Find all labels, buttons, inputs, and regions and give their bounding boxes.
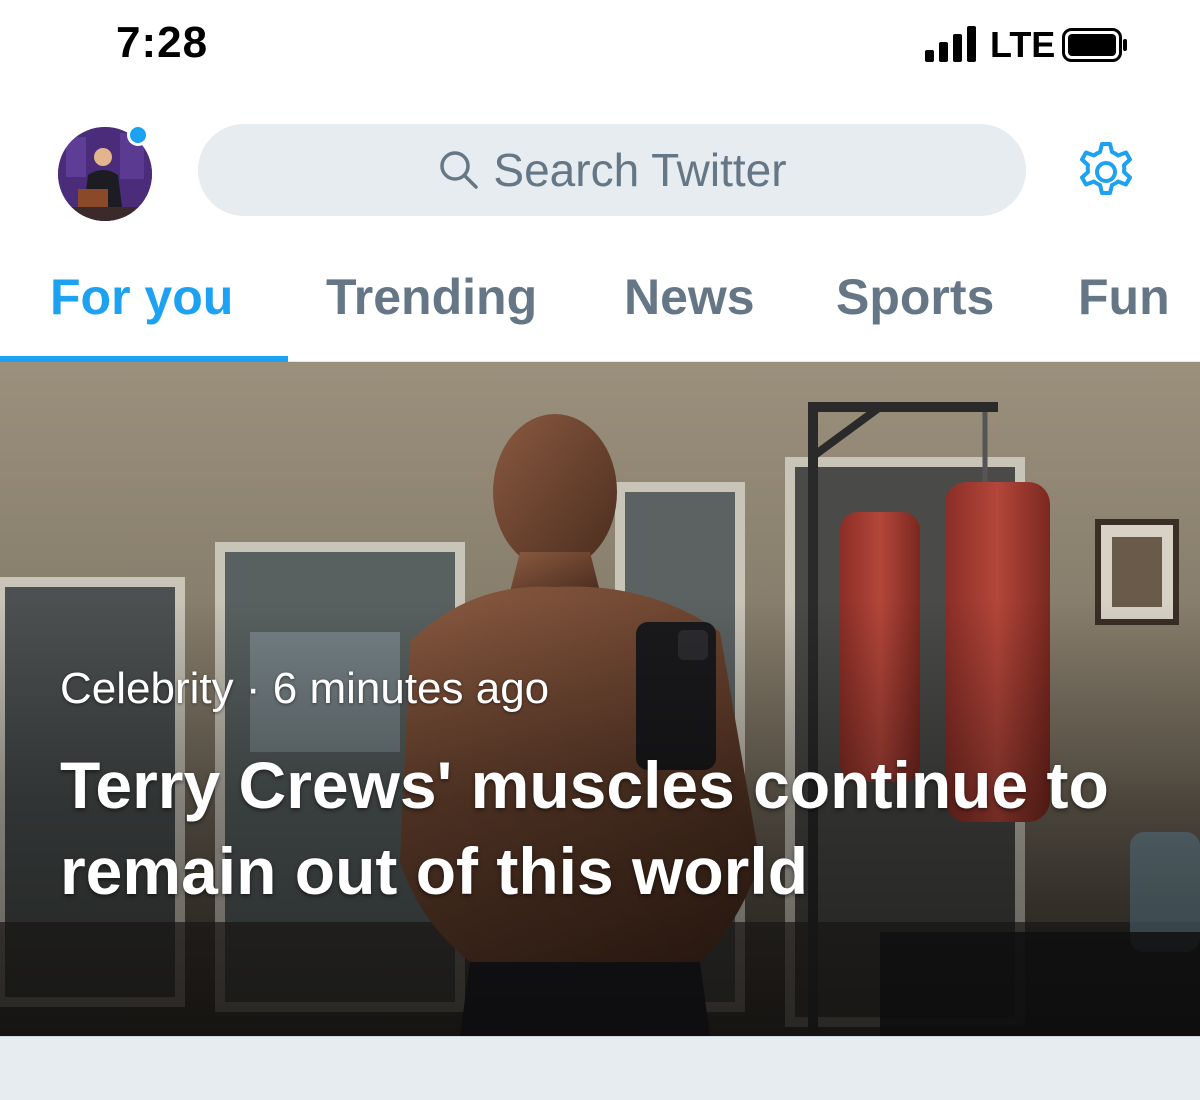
status-bar: 7:28 LTE	[0, 0, 1200, 90]
status-time: 7:28	[116, 18, 209, 67]
search-icon	[440, 151, 479, 189]
story-time: 6 minutes ago	[272, 664, 550, 713]
gear-icon[interactable]	[1074, 140, 1138, 204]
search-placeholder: Search Twitter	[493, 144, 787, 196]
notification-dot	[127, 124, 149, 146]
tab-sports[interactable]: Sports	[836, 268, 994, 326]
explore-tabs: For you Trending News Sports Fun	[0, 240, 1200, 362]
story-headline[interactable]: Terry Crews' muscles continue to remain …	[60, 742, 1160, 914]
battery-icon	[1062, 28, 1127, 62]
tab-news[interactable]: News	[624, 268, 755, 326]
section-divider	[0, 1036, 1200, 1100]
meta-separator: ·	[245, 664, 261, 713]
featured-story-card[interactable]: Celebrity · 6 minutes ago Terry Crews' m…	[0, 362, 1200, 1036]
tab-for-you[interactable]: For you	[50, 268, 233, 326]
tab-fun[interactable]: Fun	[1078, 268, 1170, 326]
network-type: LTE	[990, 24, 1056, 65]
signal-strength-icon	[925, 22, 981, 62]
story-category: Celebrity	[60, 664, 234, 713]
tab-trending[interactable]: Trending	[326, 268, 537, 326]
story-meta: Celebrity · 6 minutes ago	[60, 664, 549, 714]
search-input[interactable]: Search Twitter	[198, 124, 1026, 216]
